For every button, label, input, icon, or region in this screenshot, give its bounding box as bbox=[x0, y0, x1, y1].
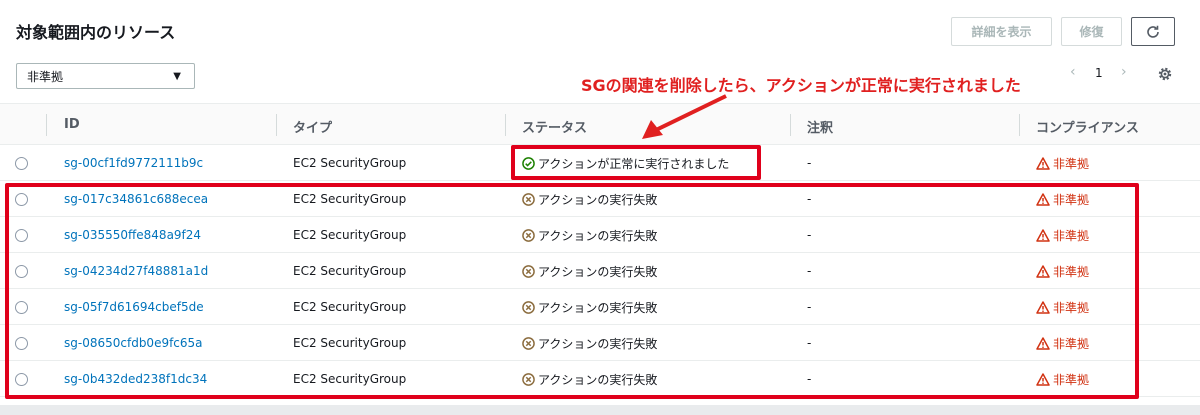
resource-id-link[interactable]: sg-00cf1fd9772111b9c bbox=[64, 156, 203, 170]
column-divider bbox=[790, 114, 791, 136]
compliance-text: 非準拠 bbox=[1053, 157, 1090, 171]
column-header-compliance[interactable]: コンプライアンス bbox=[1036, 117, 1139, 136]
column-divider bbox=[505, 114, 506, 136]
page-number[interactable]: 1 bbox=[1095, 66, 1103, 80]
row-select-radio[interactable] bbox=[15, 157, 28, 170]
table-header: ID タイプ ステータス 注釈 コンプライアンス bbox=[0, 103, 1200, 145]
panel-title: 対象範囲内のリソース bbox=[16, 23, 176, 42]
column-header-status[interactable]: ステータス bbox=[522, 117, 587, 136]
success-highlight-box bbox=[511, 145, 761, 180]
column-header-note[interactable]: 注釈 bbox=[807, 117, 833, 136]
resource-type: EC2 SecurityGroup bbox=[293, 156, 407, 170]
horizontal-scrollbar[interactable] bbox=[0, 405, 1200, 415]
view-details-button[interactable]: 詳細を表示 bbox=[951, 17, 1052, 46]
resources-panel: 対象範囲内のリソース 詳細を表示 修復 非準拠 ▼ ‹ 1 › ID タイプ ス… bbox=[0, 0, 1200, 405]
column-divider bbox=[46, 114, 47, 136]
compliance-cell: 非準拠 bbox=[1036, 155, 1089, 172]
column-header-id[interactable]: ID bbox=[64, 117, 80, 132]
column-divider bbox=[1019, 114, 1020, 136]
column-header-type[interactable]: タイプ bbox=[293, 117, 332, 136]
refresh-button[interactable] bbox=[1131, 17, 1175, 46]
repair-button[interactable]: 修復 bbox=[1061, 17, 1122, 46]
refresh-icon bbox=[1147, 25, 1159, 38]
previous-page-button[interactable]: ‹ bbox=[1070, 64, 1076, 80]
compliance-filter-select[interactable]: 非準拠 ▼ bbox=[16, 63, 195, 89]
compliance-filter-value: 非準拠 bbox=[27, 69, 64, 84]
gear-icon[interactable] bbox=[1157, 66, 1173, 86]
caret-down-icon: ▼ bbox=[173, 71, 181, 82]
note-text: - bbox=[807, 156, 812, 170]
next-page-button[interactable]: › bbox=[1121, 64, 1127, 80]
annotation-arrow-icon bbox=[642, 94, 727, 139]
warning-icon bbox=[1036, 157, 1050, 170]
column-divider bbox=[276, 114, 277, 136]
failed-rows-highlight-box bbox=[5, 183, 1139, 399]
